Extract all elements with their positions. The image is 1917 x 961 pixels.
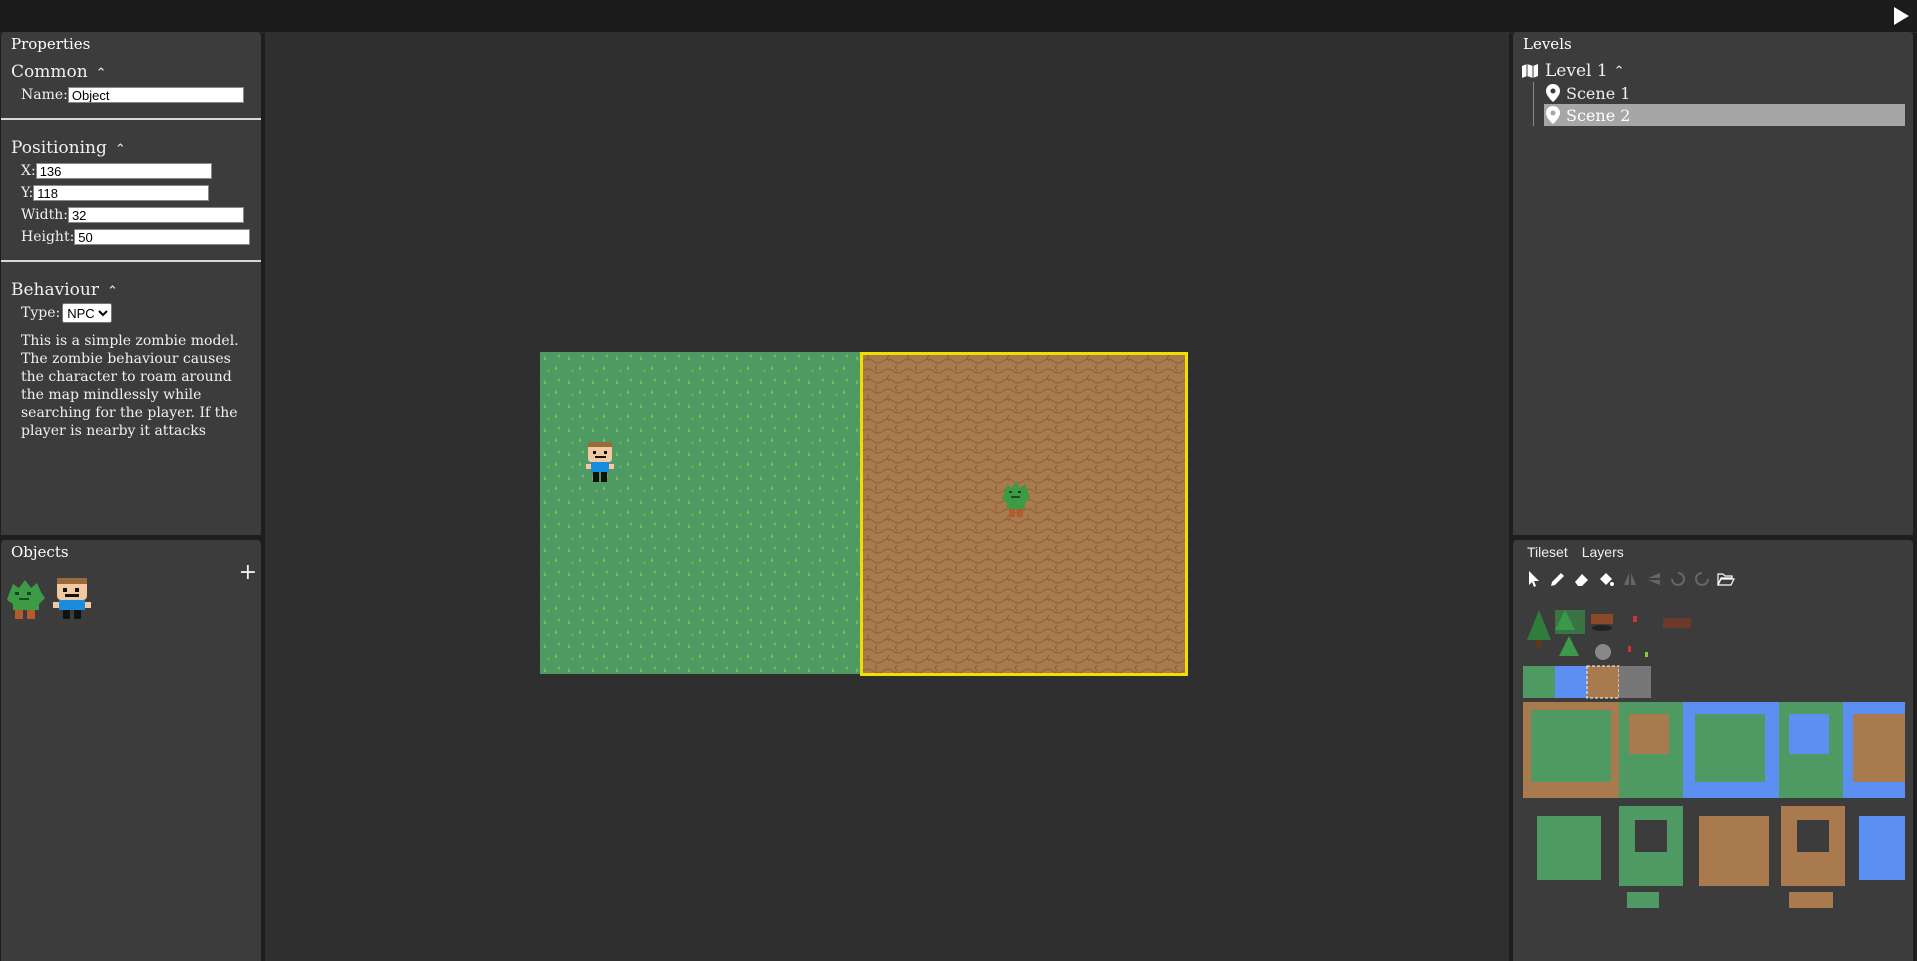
behaviour-description: This is a simple zombie model. The zombi… bbox=[21, 333, 239, 439]
behaviour-header-label: Behaviour bbox=[11, 280, 99, 300]
common-header-label: Common bbox=[11, 62, 88, 82]
width-input[interactable] bbox=[67, 207, 244, 223]
y-label: Y: bbox=[21, 185, 34, 201]
divider bbox=[1, 118, 261, 120]
tileset-palette[interactable] bbox=[1523, 610, 1905, 950]
levels-panel: Levels Level 1 ⌃ Scene 1 Scene 2 bbox=[1513, 32, 1913, 535]
map-marker-icon bbox=[1546, 106, 1560, 124]
scene-1-item[interactable]: Scene 1 bbox=[1544, 82, 1905, 104]
player-sprite[interactable] bbox=[584, 442, 616, 490]
flip-horizontal-icon[interactable] bbox=[1621, 570, 1639, 588]
tab-layers[interactable]: Layers bbox=[1582, 544, 1624, 560]
scene-2-map[interactable] bbox=[860, 352, 1188, 676]
objects-panel: Objects + bbox=[1, 540, 261, 961]
eraser-icon[interactable] bbox=[1573, 570, 1591, 588]
type-select[interactable]: NPC bbox=[62, 303, 113, 323]
scene-2-label: Scene 2 bbox=[1566, 105, 1631, 125]
properties-panel: Properties Common ⌃ Name: Positioning ⌃ X:… bbox=[1, 32, 261, 535]
play-button[interactable] bbox=[1891, 6, 1911, 26]
type-label: Type: bbox=[21, 305, 61, 321]
tileset-panel: Tileset Layers bbox=[1513, 540, 1913, 961]
zombie-icon bbox=[7, 580, 45, 619]
map-marker-icon bbox=[1546, 84, 1560, 102]
positioning-section-header[interactable]: Positioning ⌃ bbox=[1, 132, 261, 160]
objects-title: Objects bbox=[11, 543, 69, 561]
player-object-thumb[interactable] bbox=[51, 578, 93, 624]
collapse-caret-icon: ⌃ bbox=[107, 284, 118, 299]
grass-tiles bbox=[540, 352, 860, 674]
positioning-header-label: Positioning bbox=[11, 138, 107, 158]
pointer-icon[interactable] bbox=[1525, 570, 1543, 588]
name-input[interactable] bbox=[67, 87, 244, 103]
fill-icon[interactable] bbox=[1597, 570, 1615, 588]
height-input[interactable] bbox=[74, 229, 251, 245]
level-1-item[interactable]: Level 1 ⌃ bbox=[1521, 60, 1905, 82]
zombie-object-thumb[interactable] bbox=[5, 578, 47, 624]
player-icon bbox=[53, 578, 91, 619]
scene-1-map[interactable] bbox=[540, 352, 860, 674]
scene-1-label: Scene 1 bbox=[1566, 83, 1631, 103]
rotate-right-icon[interactable] bbox=[1693, 570, 1711, 588]
add-object-button[interactable]: + bbox=[239, 560, 257, 585]
top-bar bbox=[0, 0, 1917, 33]
levels-title: Levels bbox=[1523, 35, 1572, 53]
divider bbox=[1, 260, 261, 262]
collapse-caret-icon: ⌃ bbox=[95, 66, 107, 81]
pencil-icon[interactable] bbox=[1549, 570, 1567, 588]
x-label: X: bbox=[21, 163, 36, 179]
zombie-sprite[interactable] bbox=[1001, 479, 1031, 521]
folder-open-icon[interactable] bbox=[1717, 570, 1735, 588]
width-label: Width: bbox=[21, 207, 68, 223]
scene-canvas[interactable] bbox=[265, 32, 1509, 961]
name-label: Name: bbox=[21, 87, 68, 103]
play-icon bbox=[1894, 7, 1909, 25]
y-input[interactable] bbox=[33, 185, 210, 201]
scene-2-item[interactable]: Scene 2 bbox=[1544, 104, 1905, 126]
common-section-header[interactable]: Common ⌃ bbox=[1, 56, 261, 84]
level-1-label: Level 1 bbox=[1545, 61, 1608, 81]
x-input[interactable] bbox=[35, 163, 212, 179]
properties-title: Properties bbox=[11, 35, 91, 53]
collapse-caret-icon: ⌃ bbox=[114, 142, 126, 157]
map-icon bbox=[1522, 64, 1538, 78]
rotate-left-icon[interactable] bbox=[1669, 570, 1687, 588]
flip-vertical-icon[interactable] bbox=[1645, 570, 1663, 588]
collapse-caret-icon: ⌃ bbox=[1613, 63, 1625, 79]
height-label: Height: bbox=[21, 229, 75, 245]
tab-tileset[interactable]: Tileset bbox=[1527, 544, 1568, 560]
behaviour-section-header[interactable]: Behaviour ⌃ bbox=[1, 274, 261, 302]
